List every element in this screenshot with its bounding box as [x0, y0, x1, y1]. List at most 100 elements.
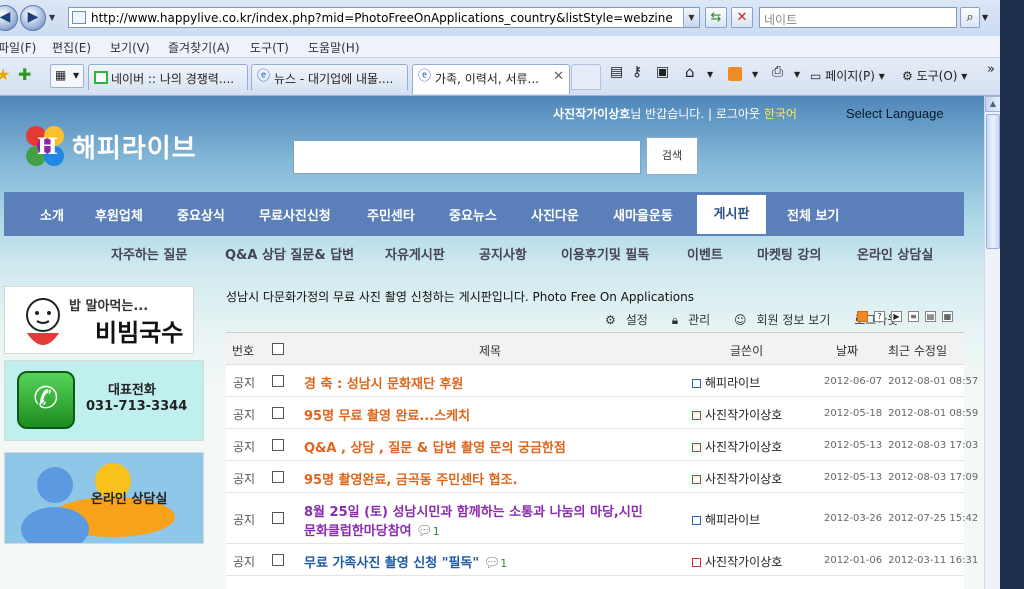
- subnav-notice[interactable]: 공지사항: [479, 244, 527, 263]
- back-button[interactable]: ◀: [0, 5, 18, 31]
- print-icon[interactable]: ⎙: [772, 64, 783, 80]
- menu-edit[interactable]: 편집(E): [52, 39, 91, 56]
- address-field[interactable]: http://www.happylive.co.kr/index.php?mid…: [68, 7, 700, 28]
- help-icon[interactable]: ?: [874, 311, 885, 322]
- subnav-faq[interactable]: 자주하는 질문: [111, 244, 187, 263]
- menu-favorites[interactable]: 즐겨찾기(A): [168, 39, 230, 56]
- new-tab-button[interactable]: [571, 64, 601, 90]
- member-icon: [692, 379, 701, 388]
- chevron-right-icon[interactable]: »: [987, 62, 995, 77]
- row-author[interactable]: 사진작가이상호: [692, 470, 782, 487]
- nav-news[interactable]: 중요뉴스: [449, 205, 497, 224]
- rss-dropdown-icon[interactable]: ▼: [752, 70, 758, 79]
- nav-photo-download[interactable]: 사진다운: [531, 205, 579, 224]
- nav-free-photo[interactable]: 무료사진신청: [259, 205, 331, 224]
- manage-link[interactable]: 🔒︎ 관리: [672, 313, 720, 327]
- member-info-link[interactable]: ☺ 회원 정보 보기: [734, 313, 840, 327]
- scroll-thumb[interactable]: [986, 114, 1000, 249]
- stop-button[interactable]: ✕: [731, 7, 753, 28]
- select-language[interactable]: Select Language: [846, 106, 944, 121]
- welcome-rest[interactable]: 님 반갑습니다. | 로그아웃: [630, 107, 760, 121]
- page-menu[interactable]: ▭ 페이지(P) ▾: [810, 67, 885, 84]
- subnav-event[interactable]: 이벤트: [687, 244, 723, 263]
- row-title[interactable]: 무료 가족사진 촬영 신청 "필독" 💬︎1: [304, 552, 507, 571]
- row-title-line1[interactable]: 8월 25일 (토) 성남시민과 함께하는 소통과 나눔의 마당,시민: [304, 501, 643, 520]
- row-title[interactable]: Q&A , 상담 , 질문 & 답변 촬영 문의 궁금한점: [304, 437, 566, 456]
- row-checkbox[interactable]: [272, 512, 284, 524]
- row-author[interactable]: 사진작가이상호: [692, 438, 782, 455]
- search-options-icon[interactable]: ▼: [982, 13, 988, 22]
- menu-file[interactable]: 파일(F): [0, 39, 36, 56]
- search-button[interactable]: ⌕: [960, 7, 980, 28]
- window-icon[interactable]: ▣: [656, 64, 669, 80]
- tab-naver[interactable]: 네이버 :: 나의 경쟁력....: [88, 64, 248, 90]
- welcome-user[interactable]: 사진작가이상호: [553, 107, 630, 121]
- row-title[interactable]: 95명 촬영완료, 금곡동 주민센타 협조.: [304, 469, 518, 488]
- quick-tabs-button[interactable]: ▦ ▼: [50, 64, 84, 88]
- subnav-qna[interactable]: Q&A 상담 질문& 답변: [225, 244, 354, 263]
- language-korean-link[interactable]: 한국어: [764, 107, 797, 121]
- address-dropdown-icon[interactable]: ▼: [683, 8, 699, 27]
- tab-news[interactable]: ⓔ 뉴스 - 대기업에 내몰....: [251, 64, 408, 90]
- gallery-view-icon[interactable]: ▦: [942, 311, 953, 322]
- header-date[interactable]: 날짜: [836, 342, 858, 359]
- subnav-marketing[interactable]: 마켓팅 강의: [757, 244, 821, 263]
- tools-menu[interactable]: ⚙ 도구(O) ▾: [902, 67, 967, 84]
- close-tab-icon[interactable]: ✕: [553, 69, 564, 84]
- noodle-banner[interactable]: 밥 말아먹는... 비빔국수: [4, 286, 194, 354]
- logo-text[interactable]: 해피라이브: [72, 128, 197, 165]
- menu-view[interactable]: 보기(V): [110, 39, 150, 56]
- tab-happylive[interactable]: ⓔ 가족, 이력서, 서류... ✕: [412, 64, 570, 94]
- site-search-button[interactable]: 검색: [646, 137, 698, 175]
- feed-icon[interactable]: ▤: [610, 64, 623, 80]
- nav-common-sense[interactable]: 중요상식: [177, 205, 225, 224]
- menu-help[interactable]: 도움말(H): [308, 39, 360, 56]
- row-checkbox[interactable]: [272, 439, 284, 451]
- row-title[interactable]: 경 축 : 성남시 문화재단 후원: [304, 373, 463, 392]
- subnav-free-board[interactable]: 자유게시판: [385, 244, 445, 263]
- row-checkbox[interactable]: [272, 375, 284, 387]
- nav-community-center[interactable]: 주민센타: [367, 205, 415, 224]
- settings-link[interactable]: ⚙ 설정: [605, 313, 658, 327]
- scroll-up-icon[interactable]: ▲: [985, 96, 1001, 112]
- header-updated[interactable]: 최근 수정일: [888, 342, 947, 359]
- forward-button[interactable]: ▶: [20, 5, 46, 31]
- history-dropdown-icon[interactable]: ▼: [49, 13, 55, 22]
- vertical-scrollbar[interactable]: ▲: [984, 96, 1001, 589]
- row-author[interactable]: 사진작가이상호: [692, 406, 782, 423]
- nav-saemaul[interactable]: 새마을운동: [613, 205, 673, 224]
- subnav-online-consult[interactable]: 온라인 상담실: [857, 244, 933, 263]
- list-view-icon[interactable]: ≡: [908, 311, 919, 322]
- nav-view-all[interactable]: 전체 보기: [787, 205, 839, 224]
- row-checkbox[interactable]: [272, 407, 284, 419]
- row-author[interactable]: 사진작가이상호: [692, 553, 782, 570]
- nav-board[interactable]: 게시판: [697, 195, 766, 234]
- subnav-reviews[interactable]: 이용후기및 필독: [561, 244, 649, 263]
- phone-banner[interactable]: ✆ 대표전화 031-713-3344: [4, 360, 204, 441]
- row-title-line2[interactable]: 문화클럽한마당참여 💬︎1: [304, 520, 440, 539]
- rss-icon[interactable]: [728, 67, 742, 81]
- select-all-checkbox[interactable]: [272, 343, 284, 355]
- print-dropdown-icon[interactable]: ▼: [794, 70, 800, 79]
- add-favorite-icon[interactable]: ✚: [18, 65, 31, 84]
- home-dropdown-icon[interactable]: ▼: [707, 70, 713, 79]
- row-author[interactable]: 해피라이브: [692, 511, 760, 528]
- play-icon[interactable]: ▶: [891, 311, 902, 322]
- nav-intro[interactable]: 소개: [40, 205, 64, 224]
- refresh-button[interactable]: ⇆: [705, 7, 727, 28]
- menu-tools[interactable]: 도구(T): [250, 39, 289, 56]
- row-checkbox[interactable]: [272, 554, 284, 566]
- url-text[interactable]: http://www.happylive.co.kr/index.php?mid…: [91, 11, 673, 25]
- site-search-input[interactable]: [293, 140, 641, 174]
- row-checkbox[interactable]: [272, 471, 284, 483]
- favorites-star-icon[interactable]: ★: [0, 65, 10, 84]
- nav-sponsors[interactable]: 후원업체: [95, 205, 143, 224]
- consult-banner[interactable]: 온라인 상담실: [4, 452, 204, 544]
- row-author[interactable]: 해피라이브: [692, 374, 760, 391]
- home-icon[interactable]: ⌂: [685, 63, 695, 81]
- browser-search-input[interactable]: 네이트: [759, 7, 957, 28]
- rss-icon[interactable]: [857, 311, 868, 322]
- key-icon[interactable]: ⚷: [632, 64, 642, 80]
- webzine-view-icon[interactable]: ▤: [925, 311, 936, 322]
- row-title[interactable]: 95명 무료 촬영 완료...스케치: [304, 405, 470, 424]
